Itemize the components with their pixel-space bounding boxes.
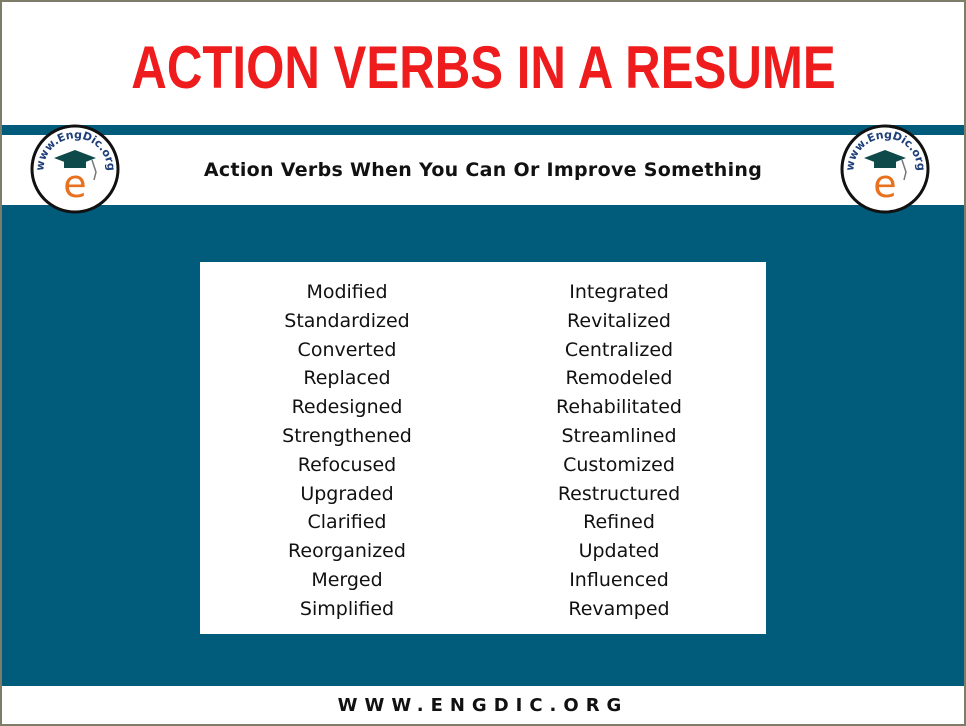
verb-list-box: Modified Standardized Converted Replaced Red… — [200, 262, 766, 634]
verb-item: Redesigned — [291, 396, 403, 419]
verb-item: Reorganized — [288, 540, 406, 563]
verb-item: Strengthened — [282, 424, 412, 447]
verb-item: Upgraded — [300, 482, 394, 505]
verb-column-right: Integrated Revitalized Centralized Remodele… — [482, 278, 756, 624]
verb-item: Restructured — [557, 482, 681, 505]
title-area: ACTION VERBS IN A RESUME — [2, 2, 964, 125]
page-title: ACTION VERBS IN A RESUME — [130, 34, 836, 101]
subtitle: Action Verbs When You Can Or Improve Som… — [203, 159, 763, 181]
engdic-logo-left: www.EngDic.org e — [30, 124, 120, 214]
top-divider-band — [2, 125, 964, 135]
verb-item: Customized — [563, 453, 675, 476]
footer-url[interactable]: WWW.ENGDIC.ORG — [338, 695, 629, 716]
verb-item: Replaced — [303, 367, 391, 390]
subtitle-area: Action Verbs When You Can Or Improve Som… — [2, 135, 964, 205]
main-band: Modified Standardized Converted Replaced Red… — [2, 205, 964, 686]
engdic-logo-right: www.EngDic.org e — [840, 124, 930, 214]
verb-item: Updated — [578, 540, 660, 563]
verb-item: Integrated — [569, 281, 669, 303]
verb-item: Rehabilitated — [556, 396, 682, 419]
verb-item: Converted — [297, 338, 397, 361]
verb-item: Refined — [583, 511, 655, 534]
verb-item: Revitalized — [567, 309, 671, 332]
logo-letter: e — [873, 162, 896, 206]
verb-item: Revamped — [568, 597, 670, 620]
verb-item: Simplified — [299, 597, 395, 620]
verb-item: Centralized — [564, 338, 674, 361]
verb-item: Influenced — [569, 568, 669, 591]
verb-item: Clarified — [307, 511, 387, 534]
verb-item: Streamlined — [561, 424, 677, 447]
verb-item: Modified — [306, 281, 388, 303]
footer: WWW.ENGDIC.ORG — [2, 686, 964, 724]
verb-item: Merged — [311, 568, 383, 591]
infographic-frame: ACTION VERBS IN A RESUME Action Verbs Wh… — [0, 0, 966, 726]
verb-item: Refocused — [297, 453, 397, 476]
logo-letter: e — [63, 162, 86, 206]
verb-item: Standardized — [284, 309, 410, 332]
verb-column-left: Modified Standardized Converted Replaced Red… — [202, 278, 492, 624]
verb-item: Remodeled — [565, 367, 673, 390]
